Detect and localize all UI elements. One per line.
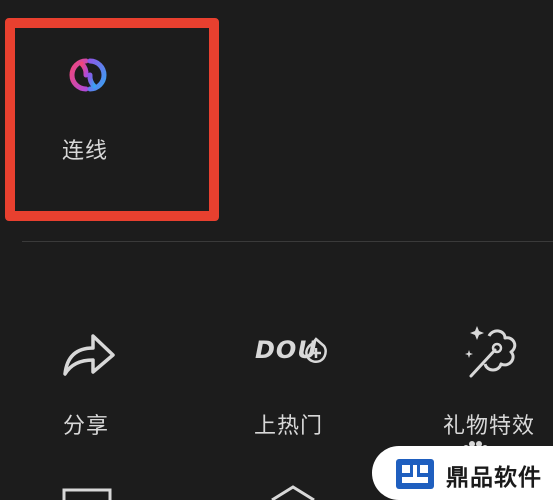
gift-effect-action[interactable]: 礼物特效 bbox=[433, 320, 553, 450]
divider bbox=[22, 241, 553, 242]
dou-plus-action[interactable]: DOU 上热门 bbox=[235, 320, 365, 450]
link-label: 连线 bbox=[62, 139, 109, 164]
gift-effect-label: 礼物特效 bbox=[443, 414, 536, 439]
gift-effect-icon bbox=[465, 326, 517, 378]
partial-square-icon bbox=[62, 488, 112, 500]
dou-plus-label: 上热门 bbox=[254, 414, 324, 439]
partial-shape-icon bbox=[271, 485, 315, 500]
share-label: 分享 bbox=[63, 414, 110, 439]
dou-plus-icon bbox=[305, 337, 327, 364]
wm-logo-icon bbox=[396, 459, 434, 489]
watermark-text: 鼎品软件 bbox=[446, 465, 542, 491]
share-arrow-icon bbox=[63, 334, 115, 376]
watermark: 鼎品软件 bbox=[372, 446, 553, 500]
link-item[interactable]: 连线 bbox=[40, 45, 140, 175]
share-action[interactable]: 分享 bbox=[35, 320, 165, 450]
share-panel: 连线 分享 DOU 上热门 礼物特效 鼎品软件 bbox=[0, 0, 553, 500]
link-rings-icon bbox=[69, 58, 107, 92]
